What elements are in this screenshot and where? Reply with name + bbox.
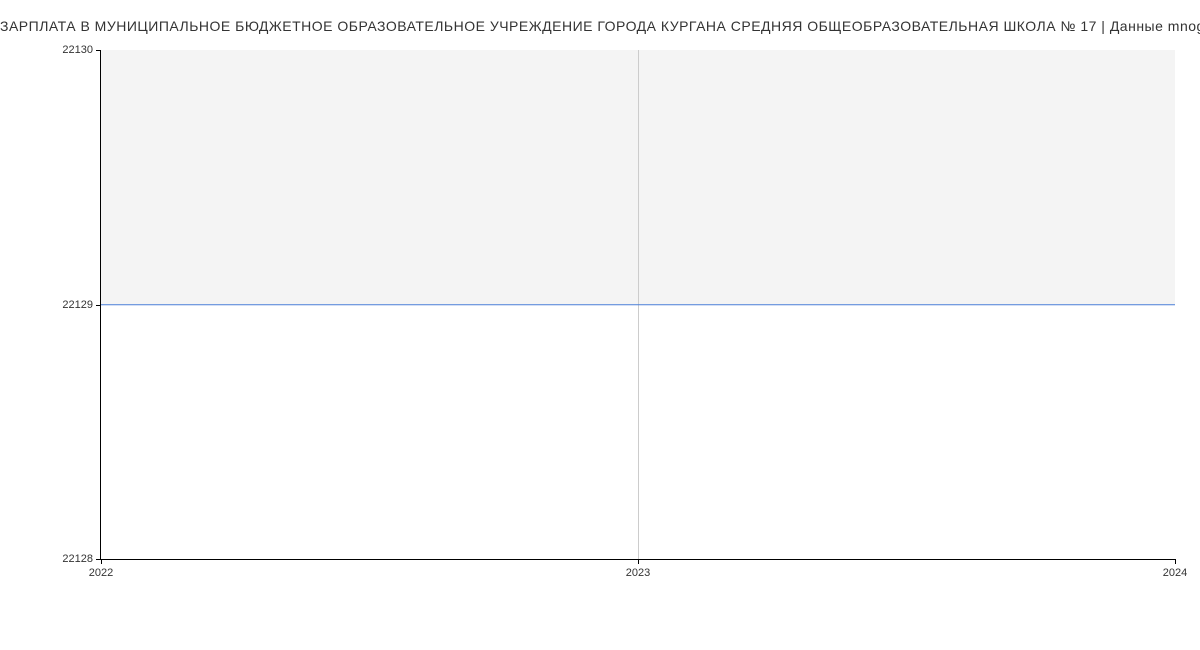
chart-title: ЗАРПЛАТА В МУНИЦИПАЛЬНОЕ БЮДЖЕТНОЕ ОБРАЗ… — [0, 18, 1200, 34]
y-tick-mark — [96, 50, 101, 51]
plot-area: 22130 22129 22128 2022 2023 2024 — [100, 50, 1175, 560]
x-tick-mark — [638, 559, 639, 564]
y-tick-label: 22129 — [62, 299, 93, 311]
data-line — [101, 304, 1175, 306]
x-tick-label: 2023 — [626, 567, 650, 579]
x-tick-mark — [101, 559, 102, 564]
x-tick-label: 2024 — [1163, 567, 1187, 579]
x-tick-mark — [1175, 559, 1176, 564]
y-tick-label: 22130 — [62, 44, 93, 56]
chart-container: 22130 22129 22128 2022 2023 2024 — [100, 50, 1175, 560]
x-tick-label: 2022 — [89, 567, 113, 579]
y-tick-mark — [96, 305, 101, 306]
y-tick-label: 22128 — [62, 553, 93, 565]
